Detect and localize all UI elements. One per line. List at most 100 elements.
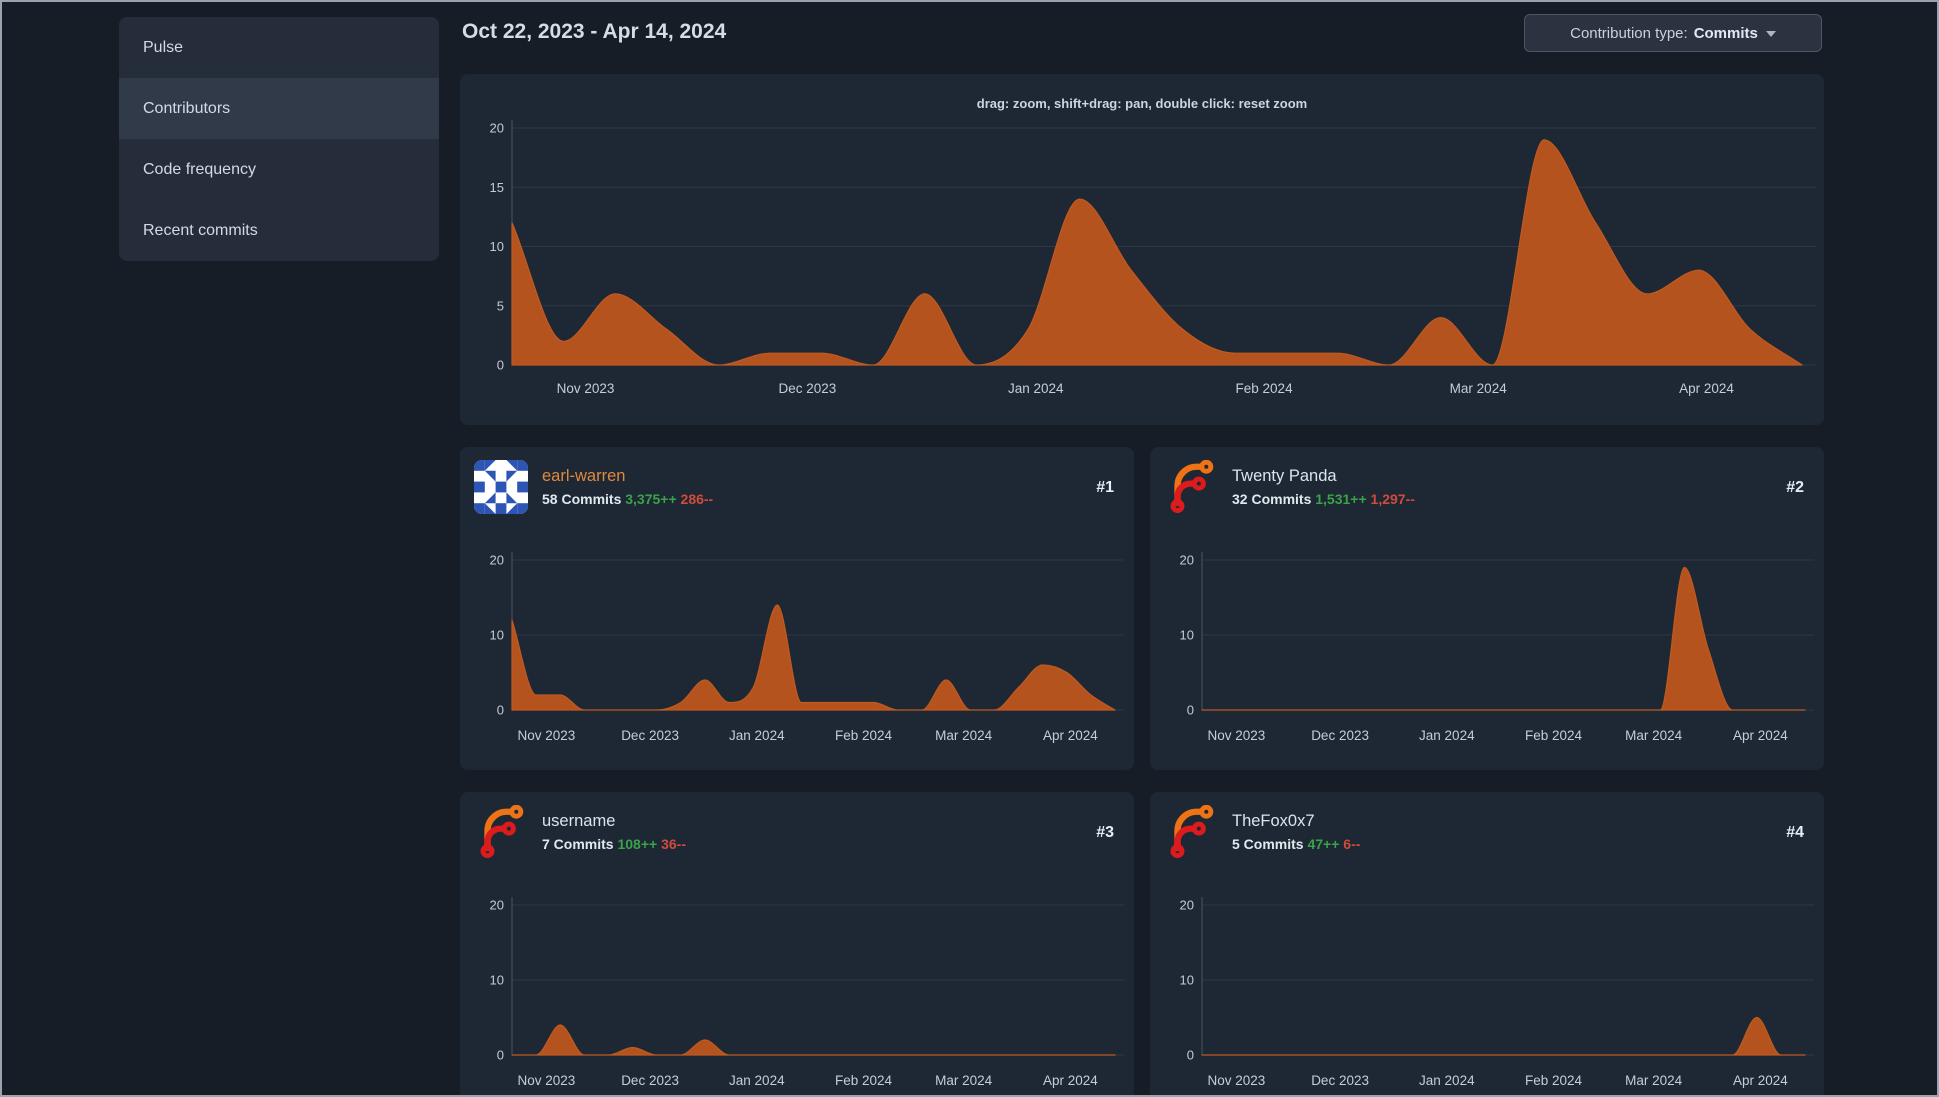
svg-text:Apr 2024: Apr 2024 [1733,1073,1788,1088]
chart-zoom-hint: drag: zoom, shift+drag: pan, double clic… [976,96,1308,111]
svg-text:20: 20 [490,898,504,913]
svg-text:Dec 2023: Dec 2023 [621,1073,679,1088]
svg-text:20: 20 [490,553,504,568]
svg-text:Dec 2023: Dec 2023 [1311,728,1369,743]
contributor-area-chart[interactable]: 0 10 20 Nov 2023 Dec 2023 Jan 2024 Feb 2024 Mar… [460,532,1134,772]
contributor-card-3: username 7 Commits 108++ 36-- #3 0 10 20 No… [460,792,1134,1097]
forgejo-logo-avatar [1164,460,1218,514]
contributor-area-chart[interactable]: 0 10 20 Nov 2023 Dec 2023 Jan 2024 Feb 2024 Mar… [1150,532,1824,772]
contributor-card-header: earl-warren 58 Commits 3,375++ 286-- #1 [460,447,1134,532]
deletions-count: 1,297-- [1370,491,1415,507]
rank-badge: #1 [1096,479,1114,496]
svg-text:Mar 2024: Mar 2024 [1625,1073,1683,1088]
total-commits-area-chart[interactable]: 0 5 10 15 20 Nov 2023 Dec 2023 Jan 2024 Feb 2024… [460,110,1824,425]
svg-text:Feb 2024: Feb 2024 [1525,728,1583,743]
contributors-page: Pulse Contributors Code frequency Recent… [0,0,1939,1097]
contributor-stats: 5 Commits 47++ 6-- [1232,836,1360,852]
svg-text:Jan 2024: Jan 2024 [729,1073,785,1088]
rank-badge: #3 [1096,824,1114,841]
additions-count: 3,375++ [625,491,677,507]
sidebar-item-pulse[interactable]: Pulse [119,17,439,78]
svg-text:0: 0 [1187,1048,1194,1063]
svg-text:0: 0 [497,1048,504,1063]
commit-count: 5 Commits [1232,836,1304,852]
commit-count: 32 Commits [1232,491,1312,507]
svg-text:0: 0 [497,358,504,373]
chevron-down-icon [1765,31,1776,37]
contributor-name-link[interactable]: username [542,812,615,831]
contributor-card-2: Twenty Panda 32 Commits 1,531++ 1,297-- … [1150,447,1824,770]
contribution-type-dropdown[interactable]: Contribution type: Commits [1524,14,1822,52]
commit-count: 58 Commits [542,491,622,507]
svg-text:Mar 2024: Mar 2024 [935,1073,993,1088]
svg-text:Jan 2024: Jan 2024 [1419,1073,1475,1088]
svg-text:Mar 2024: Mar 2024 [935,728,993,743]
svg-text:Nov 2023: Nov 2023 [517,728,575,743]
contributor-card-1: earl-warren 58 Commits 3,375++ 286-- #1 … [460,447,1134,770]
contributor-stats: 32 Commits 1,531++ 1,297-- [1232,491,1415,507]
deletions-count: 6-- [1343,836,1361,852]
svg-text:Nov 2023: Nov 2023 [1207,1073,1265,1088]
contributor-name-link[interactable]: TheFox0x7 [1232,812,1315,831]
date-range-title: Oct 22, 2023 - Apr 14, 2024 [462,20,727,43]
svg-text:Dec 2023: Dec 2023 [621,728,679,743]
svg-text:Nov 2023: Nov 2023 [1207,728,1265,743]
activity-sidebar: Pulse Contributors Code frequency Recent… [119,17,439,261]
svg-text:10: 10 [1180,973,1194,988]
contributor-card-header: Twenty Panda 32 Commits 1,531++ 1,297-- … [1150,447,1824,532]
contributor-card-header: username 7 Commits 108++ 36-- #3 [460,792,1134,877]
contribution-type-label: Contribution type: [1570,24,1688,42]
additions-count: 1,531++ [1315,491,1367,507]
svg-text:Mar 2024: Mar 2024 [1625,728,1683,743]
contributor-card-header: TheFox0x7 5 Commits 47++ 6-- #4 [1150,792,1824,877]
rank-badge: #4 [1786,824,1804,841]
contributor-name-link[interactable]: earl-warren [542,467,625,486]
sidebar-item-contributors[interactable]: Contributors [119,78,439,139]
svg-text:Feb 2024: Feb 2024 [1525,1073,1583,1088]
commit-count: 7 Commits [542,836,614,852]
svg-text:10: 10 [1180,628,1194,643]
svg-text:Mar 2024: Mar 2024 [1450,381,1508,396]
total-commits-panel: drag: zoom, shift+drag: pan, double clic… [460,74,1824,425]
svg-text:20: 20 [1180,898,1194,913]
svg-text:10: 10 [490,628,504,643]
svg-text:0: 0 [1187,703,1194,718]
contributor-card-4: TheFox0x7 5 Commits 47++ 6-- #4 0 10 20 Nov… [1150,792,1824,1097]
svg-text:20: 20 [490,121,504,136]
svg-text:Apr 2024: Apr 2024 [1733,728,1788,743]
svg-text:20: 20 [1180,553,1194,568]
svg-text:Feb 2024: Feb 2024 [1236,381,1294,396]
svg-text:Feb 2024: Feb 2024 [835,1073,893,1088]
forgejo-logo-avatar [1164,805,1218,859]
contributor-area-chart[interactable]: 0 10 20 Nov 2023 Dec 2023 Jan 2024 Feb 2024 Mar… [460,877,1134,1097]
svg-text:Dec 2023: Dec 2023 [1311,1073,1369,1088]
svg-text:Apr 2024: Apr 2024 [1043,1073,1098,1088]
svg-text:15: 15 [490,180,504,195]
contribution-type-value: Commits [1693,24,1758,42]
contributor-name-link[interactable]: Twenty Panda [1232,467,1337,486]
svg-text:Nov 2023: Nov 2023 [517,1073,575,1088]
deletions-count: 36-- [661,836,686,852]
svg-text:Apr 2024: Apr 2024 [1679,381,1734,396]
contributor-stats: 7 Commits 108++ 36-- [542,836,686,852]
identicon-avatar [474,460,528,514]
svg-text:0: 0 [497,703,504,718]
additions-count: 108++ [617,836,658,852]
rank-badge: #2 [1786,479,1804,496]
deletions-count: 286-- [680,491,714,507]
svg-text:10: 10 [490,973,504,988]
contributor-area-chart[interactable]: 0 10 20 Nov 2023 Dec 2023 Jan 2024 Feb 2024 Mar… [1150,877,1824,1097]
svg-text:Dec 2023: Dec 2023 [779,381,837,396]
svg-text:Jan 2024: Jan 2024 [729,728,785,743]
svg-text:Jan 2024: Jan 2024 [1419,728,1475,743]
forgejo-logo-avatar [474,805,528,859]
additions-count: 47++ [1307,836,1340,852]
svg-text:10: 10 [490,239,504,254]
svg-text:Nov 2023: Nov 2023 [557,381,615,396]
svg-text:5: 5 [497,298,504,313]
contributor-stats: 58 Commits 3,375++ 286-- [542,491,713,507]
sidebar-item-code-frequency[interactable]: Code frequency [119,139,439,200]
svg-text:Feb 2024: Feb 2024 [835,728,893,743]
svg-text:Jan 2024: Jan 2024 [1008,381,1064,396]
sidebar-item-recent-commits[interactable]: Recent commits [119,200,439,261]
